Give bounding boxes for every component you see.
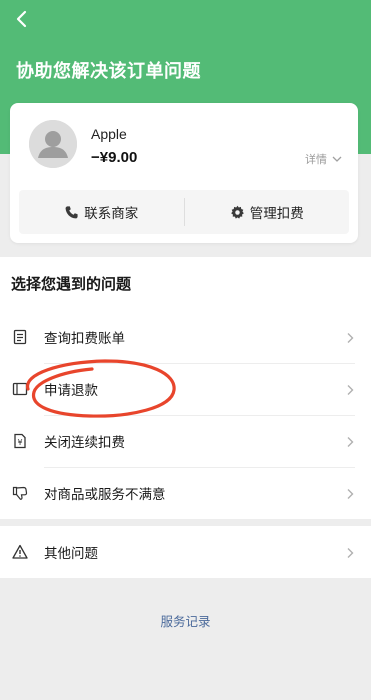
- back-arrow-icon: [16, 10, 27, 28]
- issues-section: 选择您遇到的问题 查询扣费账单 申请退款 ¥ 关闭连续扣费 对商品或服务不满意: [0, 257, 371, 519]
- issue-label: 对商品或服务不满意: [44, 487, 166, 502]
- warning-icon: [12, 544, 28, 560]
- issue-item-refund[interactable]: 申请退款: [0, 363, 371, 415]
- other-issues-section: 其他问题: [0, 526, 371, 578]
- contact-merchant-button[interactable]: 联系商家: [19, 190, 184, 234]
- user-silhouette-icon: [29, 120, 77, 168]
- issue-item-unsatisfied[interactable]: 对商品或服务不满意: [0, 467, 371, 519]
- chevron-right-icon: [345, 435, 355, 447]
- issue-list: 查询扣费账单 申请退款 ¥ 关闭连续扣费 对商品或服务不满意: [0, 311, 371, 519]
- issue-item-cancel-subscription[interactable]: ¥ 关闭连续扣费: [0, 415, 371, 467]
- issue-label: 查询扣费账单: [44, 331, 125, 346]
- refund-icon: [12, 381, 28, 397]
- issue-label: 申请退款: [44, 383, 98, 398]
- order-actions: 联系商家 管理扣费: [19, 190, 349, 234]
- bill-icon: [12, 329, 28, 345]
- merchant-name: Apple: [91, 126, 127, 142]
- thumbs-down-icon: [12, 485, 28, 501]
- detail-link[interactable]: 详情: [305, 151, 343, 167]
- issue-item-other[interactable]: 其他问题: [0, 526, 371, 578]
- gear-icon: [230, 205, 244, 219]
- chevron-right-icon: [345, 487, 355, 499]
- contact-merchant-label: 联系商家: [84, 206, 139, 221]
- service-record-link[interactable]: 服务记录: [0, 611, 371, 630]
- back-button[interactable]: [10, 6, 36, 32]
- chevron-right-icon: [345, 383, 355, 395]
- issue-item-bill[interactable]: 查询扣费账单: [0, 311, 371, 363]
- detail-label: 详情: [305, 154, 327, 166]
- page-title: 协助您解决该订单问题: [16, 61, 201, 81]
- chevron-right-icon: [345, 546, 355, 558]
- issue-label: 关闭连续扣费: [44, 435, 125, 450]
- chevron-down-icon: [332, 156, 342, 162]
- svg-text:¥: ¥: [17, 438, 22, 447]
- cancel-subscription-icon: ¥: [12, 433, 28, 449]
- manage-deduction-button[interactable]: 管理扣费: [185, 190, 350, 234]
- section-title: 选择您遇到的问题: [11, 276, 132, 293]
- phone-icon: [65, 205, 78, 218]
- issue-label: 其他问题: [44, 546, 98, 561]
- order-card: Apple −¥9.00 详情 联系商家 管理扣费: [10, 103, 358, 243]
- merchant-avatar: [29, 120, 77, 168]
- manage-deduction-label: 管理扣费: [249, 206, 304, 221]
- chevron-right-icon: [345, 331, 355, 343]
- order-amount: −¥9.00: [91, 149, 138, 166]
